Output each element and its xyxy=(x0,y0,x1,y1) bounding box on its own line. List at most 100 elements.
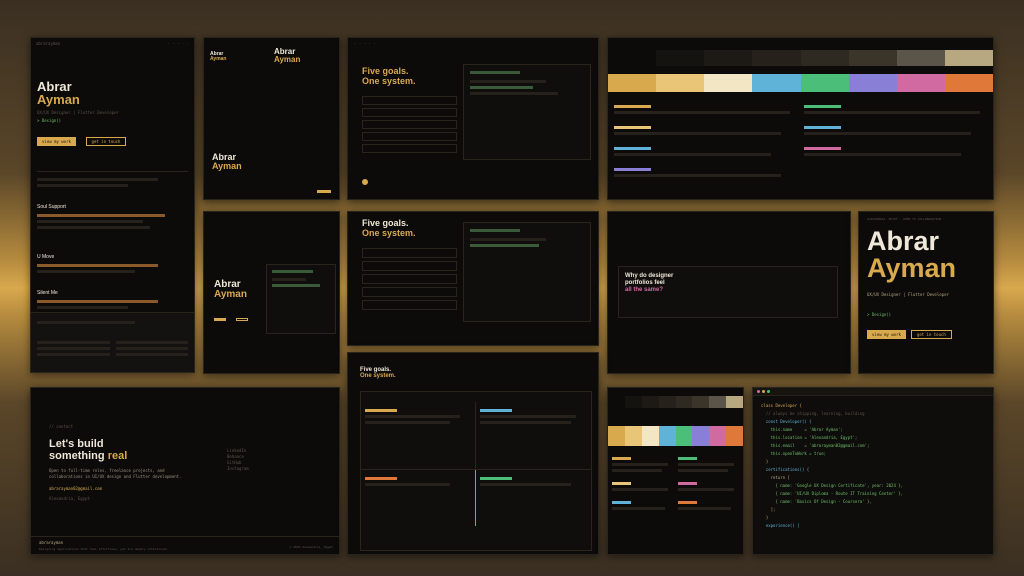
gray-swatches xyxy=(608,396,743,408)
view-work-button[interactable]: view my work xyxy=(867,330,906,339)
contact-intro: Open to full-time roles, freelance proje… xyxy=(49,468,182,479)
swatch-gray-6 xyxy=(848,50,897,66)
code-line: { name: 'UI/UX Diploma - Route IT Traini… xyxy=(761,491,904,496)
nav-links[interactable]: · · · · · xyxy=(167,41,189,47)
code-preview xyxy=(463,222,591,322)
swatch-gold-light xyxy=(656,74,705,92)
code-line: const Developer() { xyxy=(761,419,812,424)
swatch-orange xyxy=(944,74,993,92)
cta-chip[interactable] xyxy=(317,190,331,193)
view-work-button[interactable]: view my work xyxy=(37,137,76,146)
swatch-gray-2 xyxy=(656,50,705,66)
swatch-gray-1 xyxy=(608,50,657,66)
swatch-gray-6 xyxy=(692,396,710,408)
gray-swatches xyxy=(608,50,993,66)
code-line: { name: 'Basics Of Design - Coursera' }, xyxy=(761,499,872,504)
goals-heading-1: Five goals. xyxy=(362,218,409,228)
goals-grid xyxy=(360,391,592,551)
contact-heading-2: something xyxy=(49,450,105,462)
get-in-touch-button[interactable]: get in touch xyxy=(910,330,952,339)
hero-tagline: > Design() xyxy=(37,118,62,123)
panel-contact: // contact Let's build something real Op… xyxy=(30,387,340,555)
panel-palette-top xyxy=(607,37,994,200)
question-line-3: all the same? xyxy=(625,287,664,293)
swatch-gray-8 xyxy=(726,396,743,408)
hero-tagline: > Design() xyxy=(867,312,892,317)
goals-heading-2: One system. xyxy=(360,373,396,379)
swatch-gold xyxy=(608,426,625,446)
panel-home-scroll: abrarayman · · · · · Abrar Ayman UX/UX D… xyxy=(30,37,195,373)
panel-hero-large: ALEXANDRIA, EGYPT - OPEN TO COLLABORATIO… xyxy=(858,211,994,374)
panel-goals-top: · · · · · Five goals. One system. xyxy=(347,37,599,200)
swatch-gray-7 xyxy=(709,396,727,408)
nav-bar: abrarayman · · · · · xyxy=(31,38,194,50)
panel-code-editor: class Developer { // always be shipping,… xyxy=(752,387,994,555)
contact-location: Alexandria, Egypt xyxy=(49,496,90,501)
swatch-gray-5 xyxy=(675,396,693,408)
nav-logo[interactable]: abrarayman xyxy=(36,41,60,47)
project-title-2[interactable]: U Move xyxy=(37,254,188,261)
code-body: class Developer { // always be shipping,… xyxy=(753,396,993,536)
swatch-gold xyxy=(608,74,657,92)
code-line: return [ xyxy=(761,475,790,480)
swatch-orange xyxy=(726,426,743,446)
hero-last-name-small: Ayman xyxy=(210,56,227,62)
footer-year: © 2025 Alexandria, Egypt xyxy=(289,545,333,549)
panel-question: Why do designer portfolios feel all the … xyxy=(607,211,851,374)
swatch-blue xyxy=(752,74,801,92)
question-line-1: Why do designer xyxy=(625,273,674,279)
swatch-gray-4 xyxy=(752,50,801,66)
minimize-dot-icon[interactable] xyxy=(762,390,765,393)
swatch-gray-8 xyxy=(944,50,993,66)
swatch-gray-4 xyxy=(658,396,676,408)
panel-hero-variants: Abrar Ayman Abrar Ayman Abrar Ayman xyxy=(203,37,340,200)
swatch-gray-3 xyxy=(641,396,659,408)
swatch-gray-7 xyxy=(896,50,945,66)
hero-last-name: Ayman xyxy=(867,253,957,283)
swatch-gold-light xyxy=(624,426,642,446)
contact-email[interactable]: abrarayman82@gmail.com xyxy=(49,486,189,492)
close-dot-icon[interactable] xyxy=(757,390,760,393)
accent-swatches xyxy=(608,426,743,446)
swatch-purple xyxy=(848,74,897,92)
code-line: experience() { xyxy=(761,523,800,528)
code-card xyxy=(266,264,336,334)
project-title-1[interactable]: Soul Support xyxy=(37,204,188,211)
swatch-green xyxy=(800,74,849,92)
hero-location: ALEXANDRIA, EGYPT - OPEN TO COLLABORATIO… xyxy=(867,217,942,221)
swatch-cream xyxy=(641,426,659,446)
footer-block xyxy=(31,312,194,372)
code-line: class Developer { xyxy=(761,403,802,408)
panel-palette-bottom xyxy=(607,387,744,555)
panel-hero-mid: Abrar Ayman xyxy=(203,211,340,374)
contact-heading-1: Let's build xyxy=(49,438,104,450)
hero-role: UX/UX Designer | Flutter Developer xyxy=(37,110,119,115)
maximize-dot-icon[interactable] xyxy=(767,390,770,393)
link-instagram[interactable]: Instagram xyxy=(227,466,249,472)
contact-heading-accent: real xyxy=(107,450,128,462)
hero-last-name: Ayman xyxy=(37,92,80,107)
goals-heading-1: Five goals. xyxy=(362,66,409,76)
code-line: this.location = 'Alexandria, Egypt'; xyxy=(761,435,858,440)
question-line-2: portfolios feel xyxy=(625,280,665,286)
code-line: } xyxy=(761,459,769,464)
swatch-gray-5 xyxy=(800,50,849,66)
swatch-gray-1 xyxy=(608,396,625,408)
hero-role: UX/UX Designer | Flutter Developer xyxy=(867,292,949,297)
hero-last-name: Ayman xyxy=(212,161,242,171)
swatch-gray-2 xyxy=(624,396,642,408)
project-title-3[interactable]: Silent Me xyxy=(37,290,188,297)
swatch-cream xyxy=(704,74,753,92)
editor-titlebar xyxy=(753,388,993,396)
swatch-green xyxy=(675,426,693,446)
code-line: this.email = 'abrarayman82@gmail.com'; xyxy=(761,443,870,448)
panel-goals-mid: Five goals. One system. xyxy=(347,211,599,346)
code-line: } xyxy=(761,515,769,520)
accent-swatches xyxy=(608,74,993,92)
hero-last-name: Ayman xyxy=(274,55,301,64)
swatch-pink xyxy=(896,74,945,92)
goals-heading-2: One system. xyxy=(362,228,416,238)
get-in-touch-button[interactable]: get in touch xyxy=(85,137,127,146)
swatch-blue xyxy=(658,426,676,446)
contact-links: LinkedIn Behance GitHub Instagram xyxy=(227,448,249,472)
